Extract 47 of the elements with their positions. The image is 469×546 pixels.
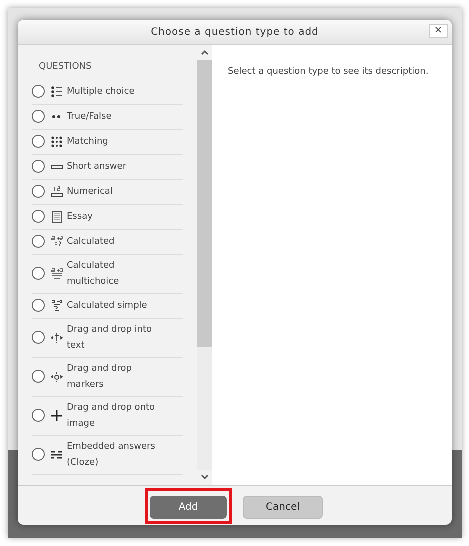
- radio-button[interactable]: [32, 160, 45, 173]
- question-type-icon: [51, 370, 63, 382]
- dialog-title: Choose a question type to add: [151, 26, 319, 40]
- question-type-icon: [51, 268, 63, 280]
- close-button[interactable]: ×: [429, 24, 448, 38]
- radio-button[interactable]: [32, 370, 45, 383]
- scrollbar-thumb[interactable]: [197, 60, 212, 347]
- radio-button[interactable]: [32, 210, 45, 223]
- question-type-label[interactable]: True/False: [67, 108, 112, 124]
- question-type-label[interactable]: Drag and drop onto image: [67, 400, 159, 432]
- radio-button[interactable]: [32, 235, 45, 248]
- question-type-icon: [51, 86, 63, 98]
- question-type-icon: [51, 136, 63, 148]
- radio-button[interactable]: [32, 448, 45, 461]
- radio-button[interactable]: [32, 85, 45, 98]
- question-type-icon: [51, 236, 63, 248]
- radio-button[interactable]: [32, 135, 45, 148]
- cancel-button[interactable]: Cancel: [243, 496, 323, 518]
- radio-button[interactable]: [32, 409, 45, 422]
- question-type-label[interactable]: Drag and drop into text: [67, 322, 159, 354]
- question-type-label[interactable]: Matching: [67, 134, 108, 150]
- scroll-down-icon[interactable]: [200, 475, 208, 480]
- radio-button[interactable]: [32, 185, 45, 198]
- question-type-label[interactable]: Multiple choice: [67, 84, 135, 100]
- radio-button[interactable]: [32, 299, 45, 312]
- question-type-icon: [51, 210, 63, 222]
- radio-button[interactable]: [32, 267, 45, 280]
- radio-button[interactable]: [32, 110, 45, 123]
- question-type-label[interactable]: Essay: [67, 208, 93, 224]
- question-type-label[interactable]: Calculated simple: [67, 298, 148, 314]
- question-type-icon: [51, 410, 63, 422]
- question-type-icon: [51, 448, 63, 460]
- add-button[interactable]: Add: [150, 496, 227, 518]
- radio-button[interactable]: [32, 331, 45, 344]
- question-type-label[interactable]: Drag and drop markers: [67, 360, 159, 392]
- question-type-icon: [51, 300, 63, 312]
- question-type-label[interactable]: Calculated: [67, 234, 115, 250]
- question-type-label[interactable]: Numerical: [67, 184, 113, 200]
- scroll-up-icon[interactable]: [200, 50, 208, 55]
- question-type-icon: [51, 332, 63, 344]
- question-type-label[interactable]: Embedded answers (Cloze): [67, 438, 159, 470]
- list-heading: QUESTIONS: [38, 61, 93, 74]
- question-type-icon: [51, 186, 63, 198]
- question-type-label[interactable]: Short answer: [67, 158, 127, 174]
- question-type-label[interactable]: Calculated multichoice: [67, 258, 159, 290]
- scrollbar[interactable]: [197, 45, 212, 485]
- description-text: Select a question type to see its description.: [228, 66, 430, 79]
